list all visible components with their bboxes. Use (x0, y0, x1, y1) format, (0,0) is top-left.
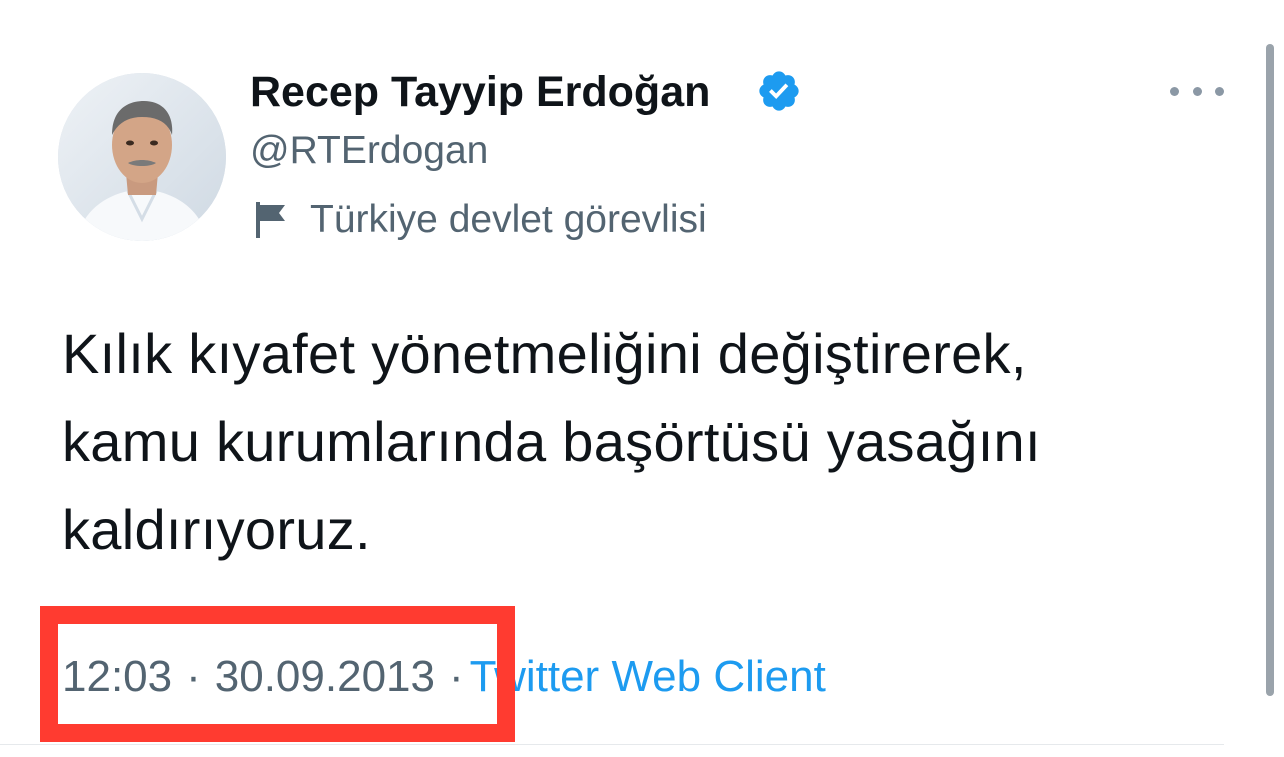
author-display-name[interactable]: Recep Tayyip Erdoğan (250, 62, 710, 122)
more-options-dot (1192, 86, 1202, 96)
avatar[interactable] (58, 73, 226, 241)
tweet-text: Kılık kıyafet yönetmeliğini değiştirerek… (62, 310, 1222, 574)
affiliation-label-row: Türkiye devlet görevlisi (252, 194, 707, 246)
tweet-text-line: kamu kurumlarında başörtüsü yasağını (62, 410, 1041, 473)
affiliation-text: Türkiye devlet görevlisi (310, 198, 707, 241)
flag-icon (256, 202, 285, 238)
profile-photo (58, 73, 226, 241)
timestamp-highlight-box (40, 606, 515, 742)
tweet-source-link[interactable]: Twitter Web Client (470, 645, 826, 709)
scrollbar[interactable] (1266, 44, 1274, 696)
more-options-icon (1170, 86, 1179, 96)
divider (0, 744, 1224, 745)
author-handle[interactable]: @RTErdogan (250, 124, 488, 178)
tweet-text-line: Kılık kıyafet yönetmeliğini değiştirerek… (62, 322, 1027, 385)
more-options-button[interactable] (1170, 74, 1224, 108)
verified-badge-icon (759, 71, 799, 111)
more-options-dot (1215, 86, 1224, 96)
tweet-text-line: kaldırıyoruz. (62, 498, 371, 561)
